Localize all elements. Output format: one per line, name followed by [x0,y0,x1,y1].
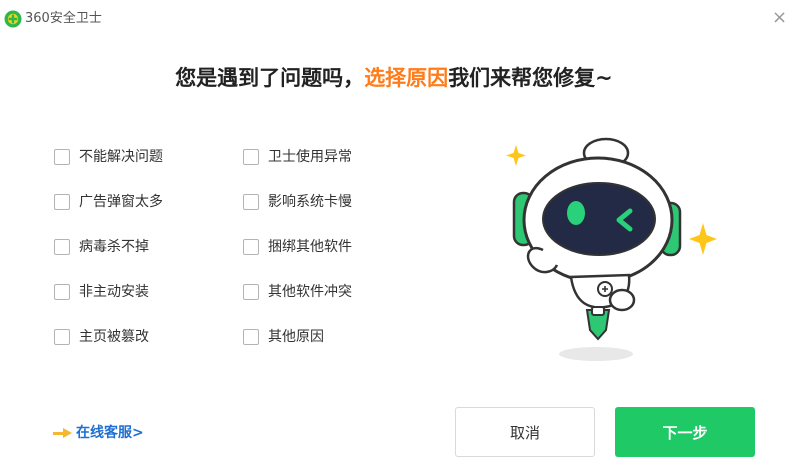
pointing-hand-icon [53,428,72,438]
checkbox[interactable] [54,329,70,345]
360-shield-logo-icon [4,10,22,28]
online-service-label[interactable]: 在线客服> [76,423,144,443]
option-homepage-tampered[interactable]: 主页被篡改 [54,327,149,347]
headline-suffix: 我们来帮您修复~ [448,66,613,90]
checkbox[interactable] [243,149,259,165]
option-cannot-solve[interactable]: 不能解决问题 [54,147,163,167]
checkbox[interactable] [243,329,259,345]
option-too-many-popups[interactable]: 广告弹窗太多 [54,192,163,212]
option-virus-not-removed[interactable]: 病毒杀不掉 [54,237,149,257]
sparkle-icon [689,223,717,255]
option-label: 非主动安装 [79,284,149,300]
checkbox[interactable] [243,194,259,210]
option-guard-abnormal[interactable]: 卫士使用异常 [243,147,352,167]
sparkle-icon [506,145,526,166]
option-label: 影响系统卡慢 [268,194,352,210]
option-system-slow[interactable]: 影响系统卡慢 [243,192,352,212]
option-label: 不能解决问题 [79,149,163,165]
checkbox[interactable] [54,239,70,255]
option-software-conflict[interactable]: 其他软件冲突 [243,282,352,302]
option-label: 卫士使用异常 [268,149,352,165]
option-not-installed-actively[interactable]: 非主动安装 [54,282,149,302]
checkbox[interactable] [243,284,259,300]
close-icon[interactable]: × [772,8,787,28]
app-title: 360安全卫士 [25,11,102,26]
checkbox[interactable] [54,149,70,165]
title-bar: 360安全卫士 × [0,0,788,36]
option-label: 其他软件冲突 [268,284,352,300]
headline-highlight: 选择原因 [364,66,449,90]
option-other-reason[interactable]: 其他原因 [243,327,324,347]
online-service-link[interactable]: 在线客服> [52,423,144,443]
option-label: 其他原因 [268,329,324,345]
headline-prefix: 您是遇到了问题吗， [175,66,365,90]
option-bundled-software[interactable]: 捆绑其他软件 [243,237,352,257]
checkbox[interactable] [243,239,259,255]
option-label: 捆绑其他软件 [268,239,352,255]
checkbox[interactable] [54,284,70,300]
option-label: 病毒杀不掉 [79,239,149,255]
checkbox[interactable] [54,194,70,210]
next-step-button[interactable]: 下一步 [615,407,755,457]
robot-mascot-illustration [506,137,717,361]
option-label: 主页被篡改 [79,329,149,345]
page-title: 您是遇到了问题吗，选择原因我们来帮您修复~ [0,62,788,94]
option-label: 广告弹窗太多 [79,194,163,210]
cancel-button[interactable]: 取消 [455,407,595,457]
